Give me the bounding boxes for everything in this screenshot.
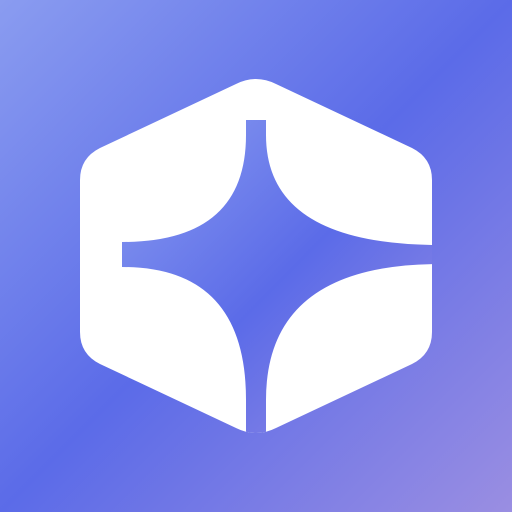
app-icon xyxy=(0,0,512,512)
app-icon-graphic xyxy=(0,0,512,512)
